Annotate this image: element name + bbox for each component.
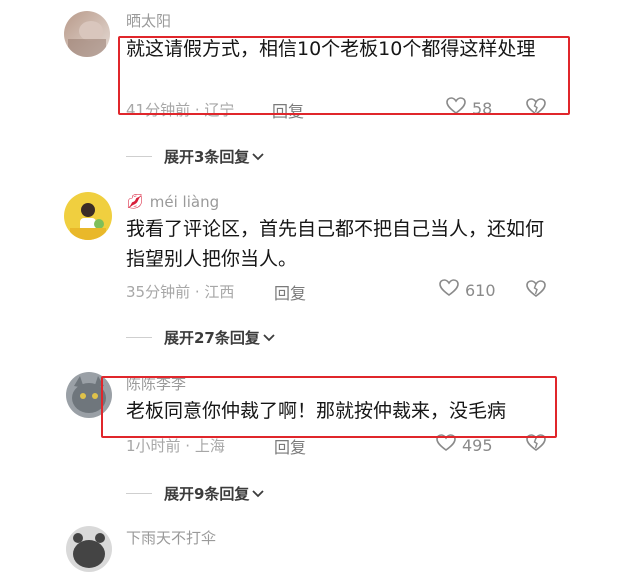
expand-replies-button[interactable]: 展开3条回复 [126,146,265,167]
heart-outline-icon [439,279,459,301]
chevron-down-icon [251,148,265,166]
comment-time-location: 1小时前 · 上海 [126,437,225,455]
comment-text: 就这请假方式，相信10个老板10个都得这样处理 [126,38,536,60]
broken-heart-icon [526,434,546,456]
like-count: 58 [472,98,493,118]
expand-replies-button[interactable]: 展开9条回复 [126,483,265,504]
divider-line [126,156,152,157]
like-button[interactable]: 58 [446,97,492,119]
like-count: 495 [462,435,493,455]
like-count: 610 [465,280,496,300]
dislike-button[interactable] [526,98,546,120]
like-button[interactable]: 495 [436,434,493,456]
like-button[interactable]: 610 [439,279,496,301]
reply-button[interactable]: 回复 [272,98,304,122]
comment-username[interactable]: 陈陈李李 [126,373,186,394]
reply-button[interactable]: 回复 [274,280,306,304]
avatar[interactable] [64,11,110,57]
comment-username[interactable]: 下雨天不打伞 [126,527,216,548]
comment-username[interactable]: 💋︎ méi liàng [126,193,219,211]
heart-outline-icon [446,97,466,119]
comment-username-text: méi liàng [149,193,220,211]
comment-time-location: 35分钟前 · 江西 [126,283,235,301]
divider-line [126,337,152,338]
avatar[interactable] [66,526,112,572]
comment-time-location: 41分钟前 · 辽宁 [126,101,235,119]
comment-item: 下雨天不打伞 [0,518,640,572]
heart-outline-icon [436,434,456,456]
expand-replies-label: 展开3条回复 [164,148,250,166]
chevron-down-icon [262,329,276,347]
comment-text: 老板同意你仲裁了啊！那就按仲裁来，没毛病 [126,400,507,422]
comment-text: 我看了评论区，首先自己都不把自己当人，还如何指望别人把你当人。 [126,218,545,270]
expand-replies-button[interactable]: 展开27条回复 [126,327,276,348]
dislike-button[interactable] [526,434,546,456]
chevron-down-icon [251,485,265,503]
avatar[interactable] [66,372,112,418]
avatar[interactable] [64,192,112,240]
broken-heart-icon [526,98,546,120]
comment-item: 陈陈李李 老板同意你仲裁了啊！那就按仲裁来，没毛病 1小时前 · 上海 回复 4… [0,360,640,510]
comment-item: 晒太阳 就这请假方式，相信10个老板10个都得这样处理 41分钟前 · 辽宁 回… [0,0,640,170]
dislike-button[interactable] [526,280,546,302]
comment-username[interactable]: 晒太阳 [126,10,171,31]
lips-emoji-icon: 💋︎ [126,194,144,210]
broken-heart-icon [526,280,546,302]
divider-line [126,493,152,494]
comment-item: 💋︎ méi liàng 我看了评论区，首先自己都不把自己当人，还如何指望别人把… [0,180,640,350]
reply-button[interactable]: 回复 [274,434,306,458]
expand-replies-label: 展开9条回复 [164,485,250,503]
expand-replies-label: 展开27条回复 [164,329,260,347]
